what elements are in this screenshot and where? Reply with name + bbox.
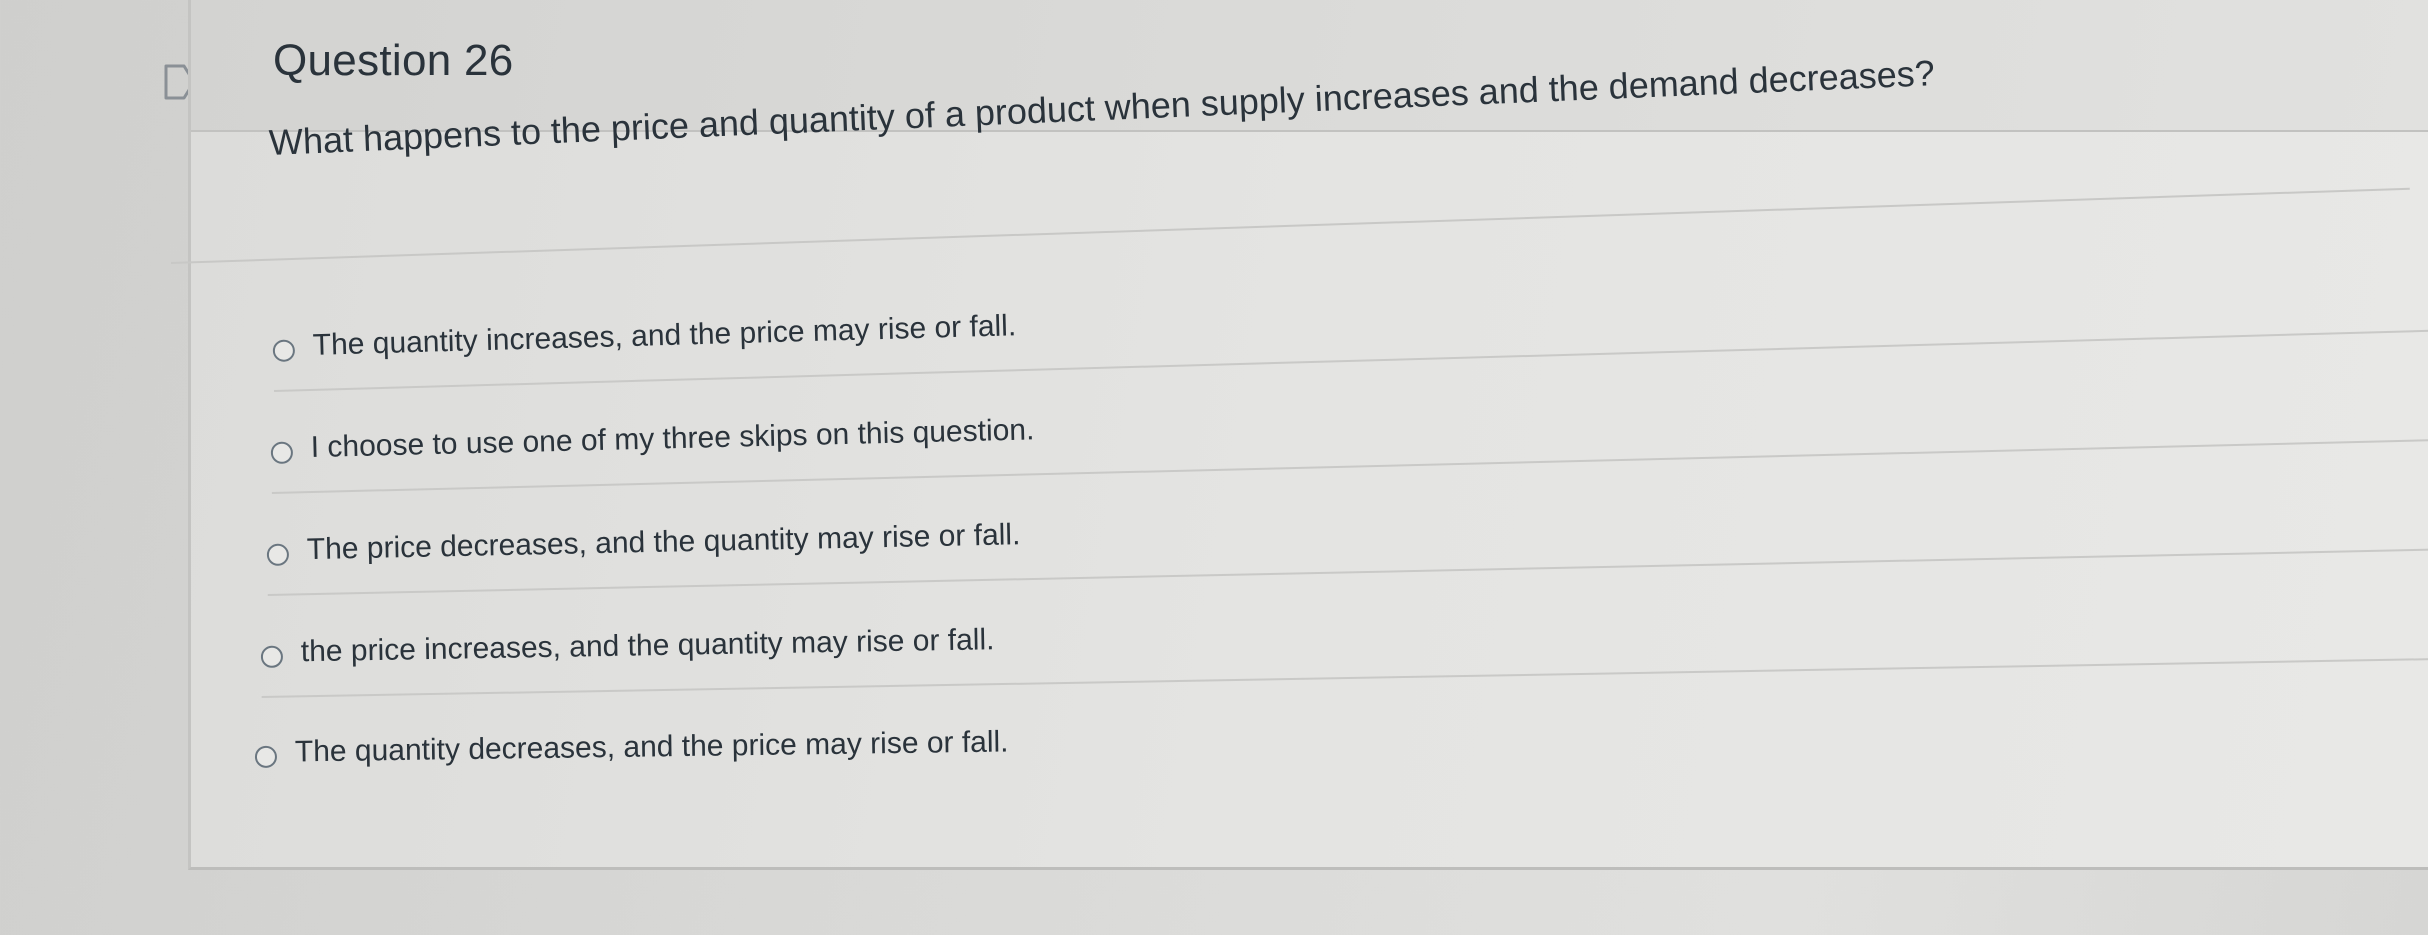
answer-label: I choose to use one of my three skips on…	[310, 413, 1035, 465]
answer-label: the price increases, and the quantity ma…	[300, 623, 995, 669]
question-card: Question 26 What happens to the price an…	[170, 0, 2428, 870]
answer-label: The quantity increases, and the price ma…	[312, 309, 1017, 362]
answer-option[interactable]: The quantity increases, and the price ma…	[271, 256, 2428, 392]
answer-option[interactable]: I choose to use one of my three skips on…	[270, 366, 2428, 494]
answer-label: The quantity decreases, and the price ma…	[294, 725, 1009, 769]
answer-option[interactable]: the price increases, and the quantity ma…	[260, 585, 2428, 698]
answer-list: The quantity increases, and the price ma…	[191, 0, 2428, 867]
radio-circle-icon[interactable]	[266, 543, 290, 566]
answer-option[interactable]: The price decreases, and the quantity ma…	[266, 475, 2428, 596]
radio-circle-icon[interactable]	[270, 441, 294, 464]
answer-label: The price decreases, and the quantity ma…	[306, 518, 1021, 567]
radio-circle-icon[interactable]	[260, 645, 284, 668]
answer-option[interactable]: The quantity decreases, and the price ma…	[254, 693, 2428, 796]
radio-circle-icon[interactable]	[254, 745, 278, 768]
radio-circle-icon[interactable]	[272, 339, 296, 362]
